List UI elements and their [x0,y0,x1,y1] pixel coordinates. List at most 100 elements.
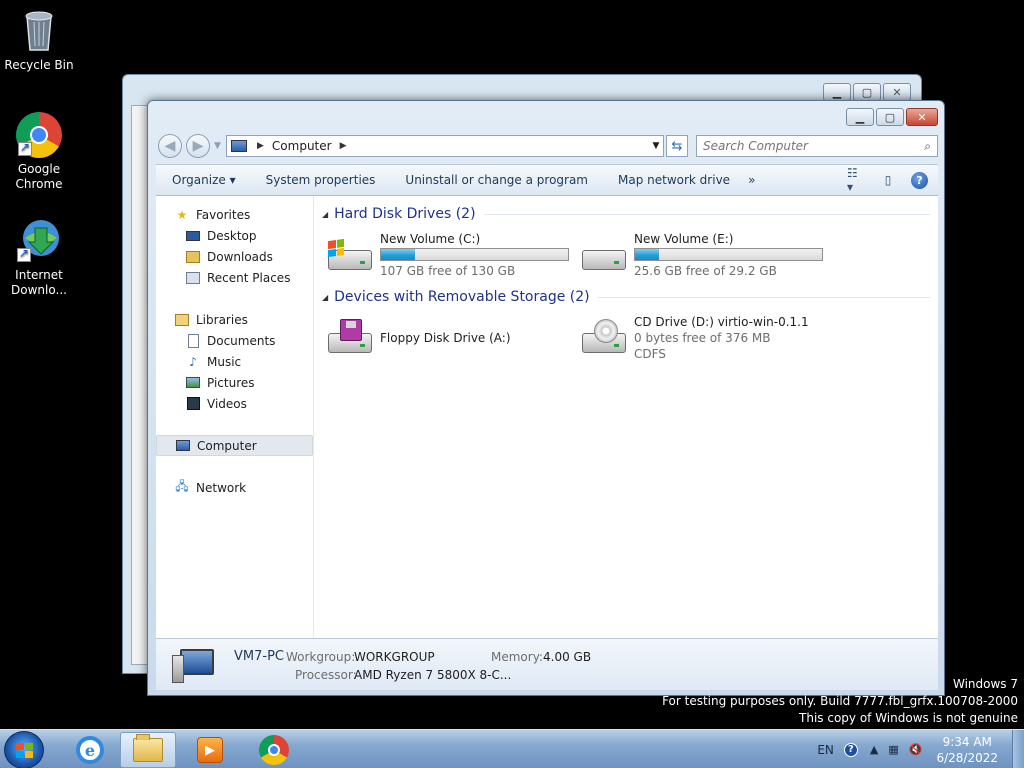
address-bar[interactable]: ▶ Computer ▶ ▼ [226,135,664,157]
breadcrumb-arrow-icon[interactable]: ▶ [257,141,264,151]
navigation-pane[interactable]: ★ Favorites Desktop Downloads Recent Pla… [156,196,314,638]
hard-drive-windows-icon [326,236,374,276]
libraries-icon [174,312,190,328]
shortcut-arrow-icon [18,140,32,156]
clock-date: 6/28/2022 [936,750,998,765]
nav-downloads[interactable]: Downloads [185,246,273,267]
nav-recent-places[interactable]: Recent Places [185,267,290,288]
nav-computer[interactable]: Computer [156,435,313,456]
chrome-icon [259,735,289,765]
watermark-line: This copy of Windows is not genuine [799,711,1018,725]
breadcrumb-computer[interactable]: Computer [272,139,332,153]
nav-label: Desktop [207,228,257,243]
desktop-icon-recycle-bin[interactable]: Recycle Bin [1,6,77,73]
drive-a[interactable]: Floppy Disk Drive (A:) [326,315,576,361]
command-bar: Organize ▾ System properties Uninstall o… [156,164,938,196]
hard-drive-icon [580,236,628,276]
nav-libraries[interactable]: Libraries [174,309,248,330]
clock[interactable]: 9:34 AM 6/28/2022 [936,734,998,766]
refresh-button[interactable]: ⇆ [666,135,688,157]
processor-value: AMD Ryzen 7 5800X 8-C... [354,668,512,682]
desktop-icon-label: Google Chrome [15,162,63,191]
drive-free-space: 107 GB free of 130 GB [380,264,516,278]
nav-favorites[interactable]: ★ Favorites [174,204,251,225]
taskbar-media-player[interactable]: ▶ [182,732,238,768]
nav-label: Pictures [207,375,255,390]
change-view-icon[interactable]: ☷ ▾ [847,166,865,194]
nav-label: Documents [207,333,276,348]
taskbar-internet-explorer[interactable]: e [62,732,118,768]
help-icon[interactable]: ? [911,171,928,189]
drive-d[interactable]: CD Drive (D:) virtio-win-0.1.1 0 bytes f… [580,315,830,377]
volume-muted-icon[interactable]: 🔇 [909,743,923,756]
maximize-button[interactable]: ▢ [853,83,881,101]
nav-label: Music [207,354,242,369]
preview-pane-icon[interactable]: ▯ [879,172,897,188]
nav-videos[interactable]: Videos [185,393,247,414]
language-indicator[interactable]: EN [817,743,834,757]
drive-usage-bar [380,248,569,261]
show-desktop-button[interactable] [1012,730,1024,768]
forward-button[interactable]: ▶ [186,134,210,158]
videos-icon [185,396,201,412]
taskbar: e ▶ EN ? ▲ ▦ 🔇 9:34 AM 6/28/2022 [0,729,1024,768]
computer-icon [231,140,247,152]
close-button[interactable]: ✕ [906,108,938,126]
minimize-button[interactable]: ▁ [823,83,851,101]
group-header-removable-storage[interactable]: ◢ Devices with Removable Storage (2) [322,289,930,305]
drive-free-space: 0 bytes free of 376 MB [634,331,771,345]
explorer-window[interactable]: ▁ ▢ ✕ ◀ ▶ ▼ ▶ Computer ▶ ▼ ⇆ ⌕ Organize … [147,100,945,696]
show-hidden-icons-icon[interactable]: ▲ [870,743,878,756]
desktop-icon-internet-download-manager[interactable]: Internet Downlo... [1,216,77,298]
search-input[interactable] [703,139,903,153]
internet-explorer-icon: e [76,736,104,764]
minimize-button[interactable]: ▁ [846,108,874,126]
recent-pages-dropdown[interactable]: ▼ [214,141,221,151]
close-button[interactable]: ✕ [883,83,911,101]
desktop-icon-google-chrome[interactable]: Google Chrome [1,112,77,192]
nav-desktop[interactable]: Desktop [185,225,257,246]
system-properties-button[interactable]: System properties [250,173,390,187]
start-button[interactable] [4,731,44,768]
drive-c[interactable]: New Volume (C:) 107 GB free of 130 GB [326,232,576,278]
computer-icon [172,647,216,683]
nav-documents[interactable]: Documents [185,330,275,351]
nav-pictures[interactable]: Pictures [185,372,255,393]
group-header-hard-disk-drives[interactable]: ◢ Hard Disk Drives (2) [322,206,930,222]
more-commands-button[interactable]: » [744,173,769,187]
maximize-button[interactable]: ▢ [876,108,904,126]
collapse-arrow-icon[interactable]: ◢ [322,210,328,219]
drive-e[interactable]: New Volume (E:) 25.6 GB free of 29.2 GB [580,232,830,278]
group-title: Hard Disk Drives (2) [334,206,476,222]
window-caption-buttons: ▁ ▢ ✕ [846,108,938,126]
nav-label: Computer [197,438,257,453]
collapse-arrow-icon[interactable]: ◢ [322,293,328,302]
drive-name: CD Drive (D:) virtio-win-0.1.1 [634,315,809,329]
taskbar-google-chrome[interactable] [246,732,302,768]
star-icon: ★ [176,207,188,222]
taskbar-windows-explorer[interactable] [120,732,176,768]
nav-music[interactable]: ♪ Music [185,351,241,372]
watermark-line: For testing purposes only. Build 7777.fb… [662,694,1018,708]
music-icon: ♪ [189,354,197,369]
breadcrumb-arrow-icon[interactable]: ▶ [340,141,347,151]
nav-network[interactable]: 🖧 Network [174,477,246,498]
drive-name: New Volume (E:) [634,232,734,246]
uninstall-program-button[interactable]: Uninstall or change a program [389,173,602,187]
network-tray-icon[interactable]: ▦ [888,743,898,756]
memory-label: Memory: [491,650,543,664]
language-help-icon[interactable]: ? [843,742,858,757]
search-box[interactable]: ⌕ [696,135,938,157]
group-title: Devices with Removable Storage (2) [334,289,590,305]
computer-name: VM7-PC [234,649,284,664]
search-icon[interactable]: ⌕ [924,139,931,154]
nav-label: Recent Places [207,270,291,285]
drive-name: Floppy Disk Drive (A:) [380,331,511,345]
back-button[interactable]: ◀ [158,134,182,158]
group-divider [597,296,930,298]
map-network-drive-button[interactable]: Map network drive [602,173,744,187]
desktop-icon-label: Recycle Bin [4,58,74,72]
address-history-dropdown-icon[interactable]: ▼ [649,141,663,151]
organize-button[interactable]: Organize ▾ [156,173,250,187]
items-pane[interactable]: ◢ Hard Disk Drives (2) New Volume (C:) 1… [316,196,938,638]
